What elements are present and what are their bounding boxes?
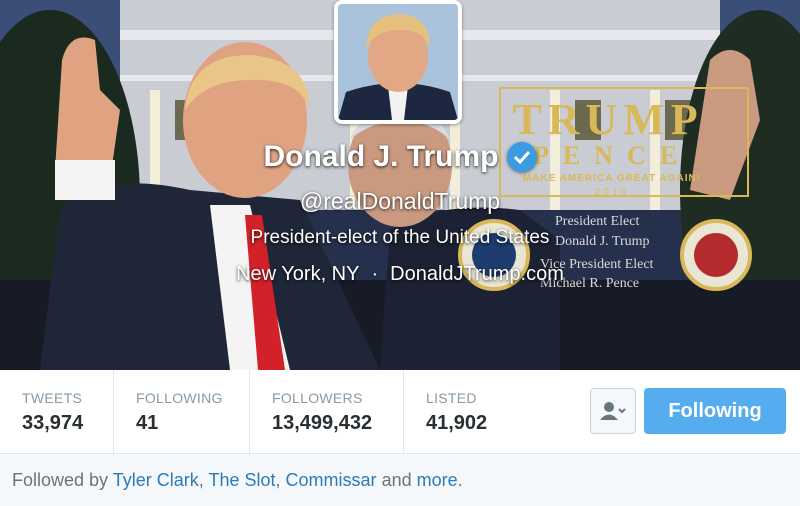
comma-separator: , xyxy=(198,470,204,490)
verified-badge-icon xyxy=(506,142,537,172)
stat-label: TWEETS xyxy=(22,390,83,406)
stat-tweets[interactable]: TWEETS 33,974 xyxy=(0,370,114,454)
banner-logo-trump: TRUMP xyxy=(512,95,703,144)
profile-header: TRUMP PENCE MAKE AMERICA GREAT AGAIN! 20… xyxy=(0,0,800,370)
person-dropdown-icon xyxy=(600,402,626,420)
profile-website-link[interactable]: DonaldJTrump.com xyxy=(390,263,564,286)
followed-by-prefix: Followed by xyxy=(12,470,109,490)
followed-by-period: . xyxy=(457,470,463,490)
user-actions-button[interactable] xyxy=(590,388,636,434)
followed-by-user-link[interactable]: Tyler Clark xyxy=(113,470,199,490)
followed-by-and: and xyxy=(381,470,412,490)
followed-by-bar: Followed by Tyler Clark, The Slot, Commi… xyxy=(0,454,800,506)
avatar-image xyxy=(338,4,458,120)
followed-by-user-link[interactable]: Commissar xyxy=(286,470,377,490)
stat-listed[interactable]: LISTED 41,902 xyxy=(404,370,564,454)
profile-bio: President-elect of the United States xyxy=(250,227,550,248)
profile-handle[interactable]: @realDonaldTrump xyxy=(0,188,800,215)
comma-separator: , xyxy=(275,470,281,490)
stat-value: 33,974 xyxy=(22,412,84,434)
stat-followers[interactable]: FOLLOWERS 13,499,432 xyxy=(250,370,404,454)
stat-value: 13,499,432 xyxy=(272,412,373,434)
profile-info: Donald J. Trump @realDonaldTrump Preside… xyxy=(0,140,800,286)
stat-following[interactable]: FOLLOWING 41 xyxy=(114,370,250,454)
profile-avatar[interactable] xyxy=(334,0,462,124)
stat-label: FOLLOWING xyxy=(136,390,223,406)
meta-separator: · xyxy=(371,263,379,285)
stat-label: FOLLOWERS xyxy=(272,390,363,406)
profile-location: New York, NY xyxy=(236,263,360,285)
name-row: Donald J. Trump xyxy=(0,140,800,174)
followed-by-more-link[interactable]: more xyxy=(417,470,458,490)
stat-label: LISTED xyxy=(426,390,477,406)
profile-meta: New York, NY · DonaldJTrump.com xyxy=(0,263,800,286)
following-button[interactable]: Following xyxy=(644,388,786,434)
followed-by-user-link[interactable]: The Slot xyxy=(208,470,275,490)
stat-value: 41 xyxy=(136,412,159,434)
stat-value: 41,902 xyxy=(426,412,488,434)
profile-name[interactable]: Donald J. Trump xyxy=(263,140,498,174)
